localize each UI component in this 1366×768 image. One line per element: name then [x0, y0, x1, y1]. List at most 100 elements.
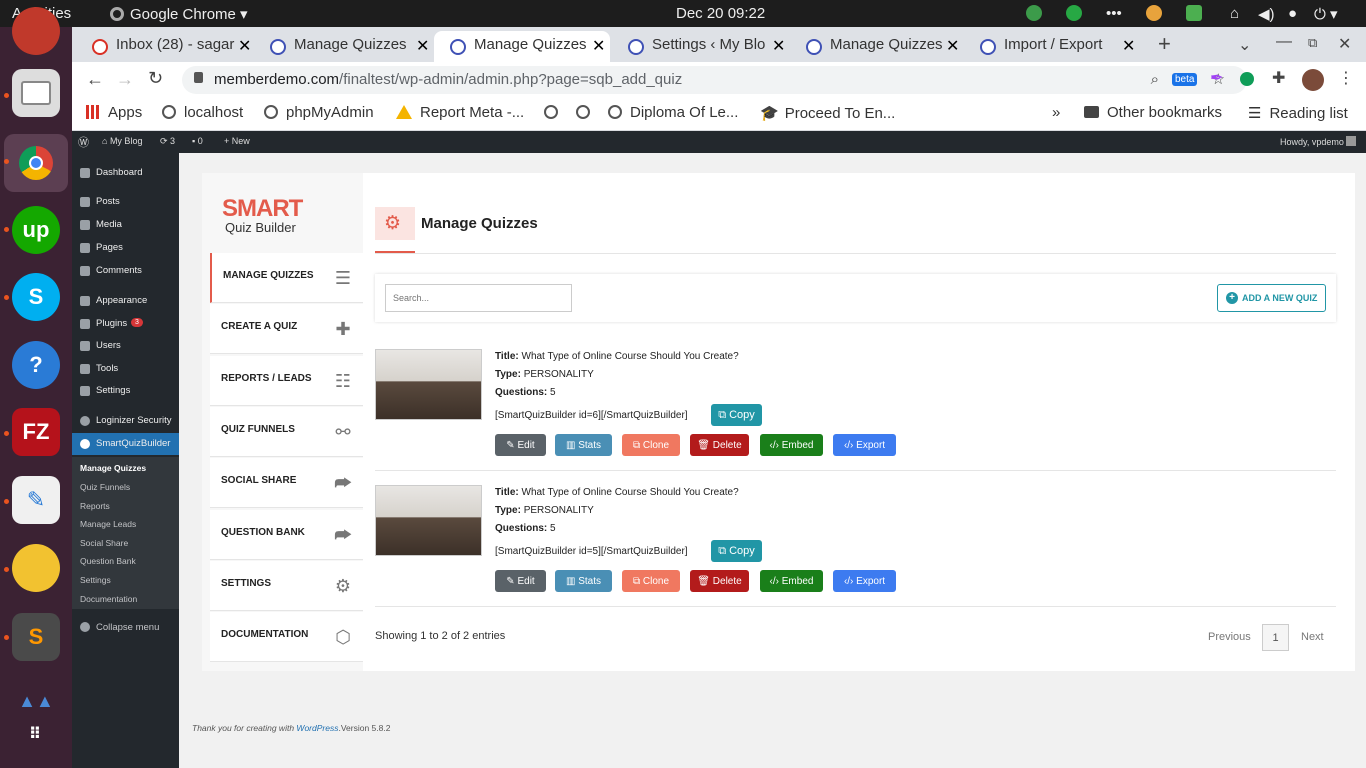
bookmark-apps[interactable]: Apps — [86, 104, 142, 121]
search-input[interactable] — [385, 284, 572, 312]
quiz-thumbnail[interactable] — [375, 485, 482, 556]
submenu-manage-quizzes[interactable]: Manage Quizzes — [80, 463, 146, 473]
tab-manage-quizzes-1[interactable]: Manage Quizzes — [254, 31, 414, 62]
delete-button[interactable]: 🗑 Delete — [690, 570, 749, 592]
tray-shield-icon[interactable] — [1186, 5, 1202, 21]
wordpress-link[interactable]: WordPress — [296, 723, 338, 733]
clone-button[interactable]: ⧉ Clone — [622, 434, 680, 456]
submenu-social-share[interactable]: Social Share — [80, 538, 128, 548]
other-bookmarks[interactable]: Other bookmarks — [1084, 104, 1222, 121]
tab-search-icon[interactable]: ⌄ — [1238, 35, 1251, 55]
nav-question-bank[interactable]: QUESTION BANK ⮫ — [210, 510, 363, 560]
text-editor-icon[interactable]: ✎ — [12, 476, 60, 524]
bookmark-report-meta[interactable]: Report Meta -... — [396, 104, 524, 121]
filezilla-icon[interactable]: FZ — [12, 408, 60, 456]
extensions-icon[interactable]: ✚ — [1272, 68, 1285, 88]
chrome-menu-icon[interactable]: ⋮ — [1338, 68, 1354, 88]
power-icon[interactable]: ⏻ ▾ — [1314, 5, 1338, 23]
show-apps-icon[interactable]: ⠿ — [12, 711, 60, 759]
teapot-icon[interactable] — [12, 544, 60, 592]
nav-quiz-funnels[interactable]: QUIZ FUNNELS ⚯ — [210, 407, 363, 457]
submenu-reports[interactable]: Reports — [80, 501, 110, 511]
close-tab-icon[interactable]: ✕ — [416, 36, 429, 56]
wordpress-logo-icon[interactable]: Ⓦ — [78, 134, 89, 150]
edit-button[interactable]: ✎ Edit — [495, 434, 546, 456]
nav-reports-leads[interactable]: REPORTS / LEADS ☷ — [210, 356, 363, 406]
clone-button[interactable]: ⧉ Clone — [622, 570, 680, 592]
nav-social-share[interactable]: SOCIAL SHARE ⮫ — [210, 458, 363, 508]
address-bar[interactable]: memberdemo.com/finaltest/wp-admin/admin.… — [182, 66, 1247, 94]
chrome-dock-icon[interactable] — [4, 134, 68, 192]
nav-manage-quizzes[interactable]: MANAGE QUIZZES ☰ — [210, 253, 363, 303]
howdy-user[interactable]: Howdy, vpdemo — [1280, 136, 1357, 147]
reading-list[interactable]: ☰ Reading list — [1248, 104, 1348, 122]
bookmark-globe-1[interactable] — [544, 104, 566, 121]
skype-icon[interactable]: S — [12, 273, 60, 321]
copy-shortcode-button[interactable]: ⧉ Copy — [711, 540, 762, 562]
comments-link[interactable]: ▪ 0 — [192, 136, 203, 146]
new-content-link[interactable]: + New — [224, 136, 250, 146]
close-tab-icon[interactable]: ✕ — [946, 36, 959, 56]
bookmark-phpmyadmin[interactable]: phpMyAdmin — [264, 104, 374, 121]
tab-import-export[interactable]: Import / Export — [964, 31, 1114, 62]
quiz-thumbnail[interactable] — [375, 349, 482, 420]
minimize-button[interactable]: — — [1276, 33, 1292, 51]
upwork-icon[interactable]: up — [12, 206, 60, 254]
files-icon[interactable] — [12, 69, 60, 117]
stats-button[interactable]: ▥ Stats — [555, 570, 612, 592]
submenu-documentation[interactable]: Documentation — [80, 594, 137, 604]
tray-sync-icon[interactable] — [1066, 5, 1082, 21]
submenu-settings[interactable]: Settings — [80, 575, 111, 585]
menu-smartquizbuilder[interactable]: SmartQuizBuilder — [72, 433, 179, 455]
profile-avatar[interactable] — [1302, 69, 1324, 91]
stats-button[interactable]: ▥ Stats — [555, 434, 612, 456]
help-icon[interactable]: ? — [12, 341, 60, 389]
network-icon[interactable]: ⌂ — [1230, 5, 1239, 22]
back-button[interactable]: ← — [86, 69, 104, 90]
app-menu[interactable]: Google Chrome ▾ — [110, 5, 248, 23]
delete-button[interactable]: 🗑 Delete — [690, 434, 749, 456]
tray-app-icon[interactable] — [1026, 5, 1042, 21]
tab-manage-quizzes-2[interactable]: Manage Quizzes — [790, 31, 950, 62]
previous-page-button[interactable]: Previous — [1208, 631, 1251, 643]
bookmark-globe-2[interactable] — [576, 104, 598, 121]
restore-button[interactable]: ⧉ — [1308, 35, 1317, 51]
tab-manage-quizzes-active[interactable]: Manage Quizzes — [434, 31, 610, 62]
bookmark-proceed[interactable]: 🎓 Proceed To En... — [760, 104, 895, 122]
reload-button[interactable]: ↻ — [148, 68, 163, 89]
export-button[interactable]: ‹/› Export — [833, 570, 896, 592]
add-new-quiz-button[interactable]: + ADD A NEW QUIZ — [1217, 284, 1326, 312]
nav-documentation[interactable]: DOCUMENTATION ⬡ — [210, 612, 363, 662]
close-tab-icon[interactable]: ✕ — [238, 36, 251, 56]
pen-extension-icon[interactable]: ✒ — [1210, 68, 1223, 88]
submenu-manage-leads[interactable]: Manage Leads — [80, 519, 136, 529]
volume-icon[interactable]: ◀) — [1258, 5, 1275, 23]
sublime-text-icon[interactable]: S — [12, 613, 60, 661]
embed-button[interactable]: ‹/› Embed — [760, 434, 823, 456]
dock-app-icon[interactable] — [12, 7, 60, 55]
zoom-icon[interactable]: ⌕ — [1151, 71, 1159, 88]
bookmarks-overflow-icon[interactable]: » — [1052, 104, 1060, 121]
clock[interactable]: Dec 20 09:22 — [676, 5, 765, 22]
more-icon[interactable]: ••• — [1106, 5, 1122, 22]
green-extension-icon[interactable] — [1240, 72, 1254, 86]
next-page-button[interactable]: Next — [1301, 631, 1324, 643]
close-tab-icon[interactable]: ✕ — [592, 36, 605, 56]
page-1-button[interactable]: 1 — [1262, 624, 1289, 651]
embed-button[interactable]: ‹/› Embed — [760, 570, 823, 592]
copy-shortcode-button[interactable]: ⧉ Copy — [711, 404, 762, 426]
new-tab-button[interactable]: + — [1158, 31, 1171, 57]
updates-link[interactable]: ⟳ 3 — [160, 136, 175, 147]
close-tab-icon[interactable]: ✕ — [772, 36, 785, 56]
bookmark-localhost[interactable]: localhost — [162, 104, 243, 121]
submenu-quiz-funnels[interactable]: Quiz Funnels — [80, 482, 130, 492]
forward-button[interactable]: → — [116, 69, 134, 90]
tab-inbox[interactable]: Inbox (28) - sagar — [76, 31, 256, 62]
tab-settings[interactable]: Settings ‹ My Blo — [612, 31, 772, 62]
bookmark-diploma[interactable]: Diploma Of Le... — [608, 104, 738, 121]
nav-settings[interactable]: SETTINGS ⚙ — [210, 561, 363, 611]
tray-chrome-icon[interactable] — [1146, 5, 1162, 21]
close-window-button[interactable]: ✕ — [1338, 34, 1351, 54]
export-button[interactable]: ‹/› Export — [833, 434, 896, 456]
beta-extension-icon[interactable]: beta — [1172, 73, 1198, 86]
